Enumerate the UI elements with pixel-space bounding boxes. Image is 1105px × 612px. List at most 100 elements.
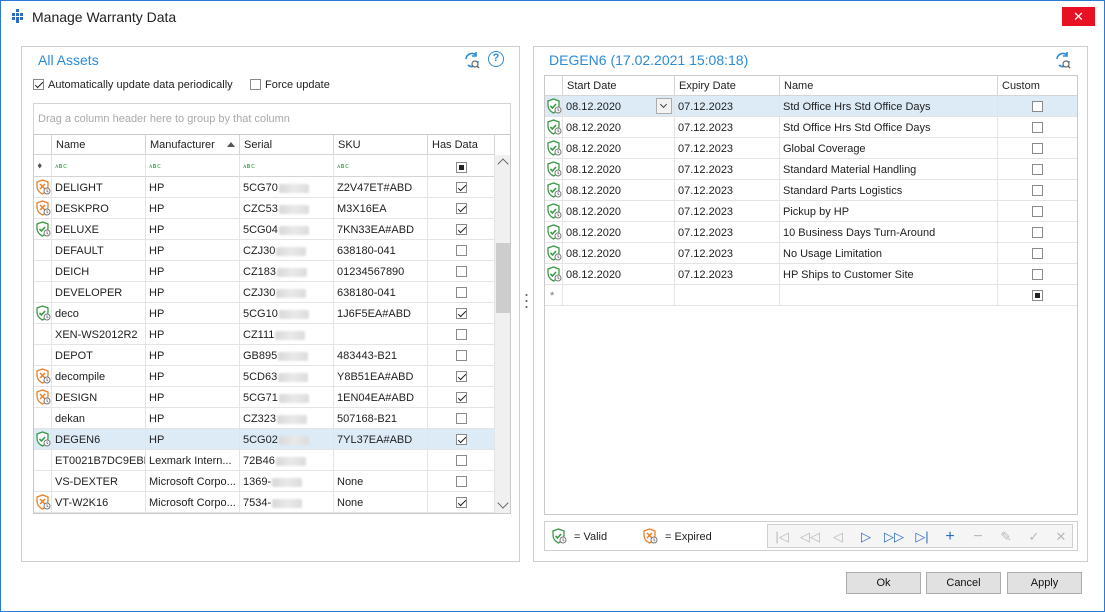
expiry-date-cell[interactable]: 07.12.2023 <box>675 180 780 201</box>
sku-cell[interactable]: 507168-B21 <box>334 408 428 429</box>
name-cell[interactable]: VT-W2K16 <box>52 492 146 513</box>
sku-cell[interactable]: 01234567890 <box>334 261 428 282</box>
abc-filter-icon[interactable]: ᴀʙc <box>146 155 240 177</box>
has-data-cell[interactable] <box>428 429 495 450</box>
warranty-name-cell[interactable]: Standard Material Handling <box>780 159 998 180</box>
edit-record-button[interactable]: ✎ <box>995 528 1017 546</box>
serial-cell[interactable]: CZ323 <box>240 408 334 429</box>
serial-cell[interactable]: 72B46 <box>240 450 334 471</box>
manufacturer-cell[interactable]: HP <box>146 177 240 198</box>
custom-cell[interactable] <box>998 180 1077 201</box>
cancel-edit-button[interactable]: ✕ <box>1050 528 1072 546</box>
manufacturer-cell[interactable]: Lexmark Intern... <box>146 450 240 471</box>
column-header-name[interactable]: Name <box>780 76 998 96</box>
checkbox-icon[interactable] <box>455 412 467 424</box>
abc-filter-icon[interactable]: ᴀʙc <box>52 155 146 177</box>
column-header-custom[interactable]: Custom <box>998 76 1077 96</box>
sku-cell[interactable]: 638180-041 <box>334 240 428 261</box>
has-data-cell[interactable] <box>428 177 495 198</box>
has-data-cell[interactable] <box>428 324 495 345</box>
sku-cell[interactable]: Y8B51EA#ABD <box>334 366 428 387</box>
custom-cell[interactable] <box>998 96 1077 117</box>
prev-page-button[interactable]: ◁◁ <box>799 528 821 546</box>
custom-cell[interactable] <box>998 159 1077 180</box>
help-icon[interactable]: ? <box>488 51 504 67</box>
has-data-cell[interactable] <box>428 240 495 261</box>
scrollbar-thumb[interactable] <box>496 243 510 313</box>
start-date-cell[interactable]: 08.12.2020 <box>563 159 675 180</box>
name-cell[interactable]: decompile <box>52 366 146 387</box>
next-page-button[interactable]: ▷▷ <box>883 528 905 546</box>
custom-cell[interactable] <box>998 243 1077 264</box>
checkbox-icon[interactable] <box>455 454 467 466</box>
name-cell[interactable]: DEGEN6 <box>52 429 146 450</box>
name-cell[interactable]: DELUXE <box>52 219 146 240</box>
checkbox-icon[interactable] <box>455 244 467 256</box>
add-record-button[interactable]: + <box>939 528 961 546</box>
has-data-cell[interactable] <box>428 219 495 240</box>
column-header-start-date[interactable]: Start Date <box>563 76 675 96</box>
abc-filter-icon[interactable]: ᴀʙc <box>334 155 428 177</box>
serial-cell[interactable]: 5CG02 <box>240 429 334 450</box>
name-cell[interactable]: DESKPRO <box>52 198 146 219</box>
sku-cell[interactable]: 483443-B21 <box>334 345 428 366</box>
checkbox-icon[interactable] <box>1032 142 1043 154</box>
checkbox-icon[interactable] <box>455 475 467 487</box>
checkbox-icon[interactable] <box>455 307 467 319</box>
sku-cell[interactable]: Z2V47ET#ABD <box>334 177 428 198</box>
manufacturer-cell[interactable]: HP <box>146 345 240 366</box>
checkbox-icon[interactable] <box>455 181 467 193</box>
custom-cell[interactable] <box>998 201 1077 222</box>
abc-filter-icon[interactable]: ᴀʙc <box>240 155 334 177</box>
expiry-date-cell[interactable]: 07.12.2023 <box>675 159 780 180</box>
checkbox-icon[interactable] <box>1032 205 1043 217</box>
manufacturer-cell[interactable]: HP <box>146 429 240 450</box>
manufacturer-cell[interactable]: HP <box>146 240 240 261</box>
serial-cell[interactable]: CZC53 <box>240 198 334 219</box>
close-button[interactable]: ✕ <box>1062 7 1095 26</box>
name-cell[interactable]: DEICH <box>52 261 146 282</box>
checkbox-icon[interactable] <box>455 433 467 445</box>
new-row-expiry-date[interactable] <box>675 285 780 306</box>
name-cell[interactable]: deco <box>52 303 146 324</box>
group-by-area[interactable]: Drag a column header here to group by th… <box>33 103 511 135</box>
checkbox-icon[interactable] <box>1032 121 1043 133</box>
start-date-cell[interactable]: 08.12.2020 <box>563 117 675 138</box>
start-date-cell[interactable]: 08.12.2020 <box>563 180 675 201</box>
column-header-manufacturer[interactable]: Manufacturer <box>146 135 240 155</box>
new-row-name[interactable] <box>780 285 998 306</box>
warranty-name-cell[interactable]: Pickup by HP <box>780 201 998 222</box>
name-cell[interactable]: VS-DEXTER <box>52 471 146 492</box>
warranty-name-cell[interactable]: Standard Parts Logistics <box>780 180 998 201</box>
start-date-cell[interactable]: 08.12.2020 <box>563 96 675 117</box>
name-cell[interactable]: DESIGN <box>52 387 146 408</box>
accept-edit-button[interactable]: ✓ <box>1023 528 1045 546</box>
column-header-sku[interactable]: SKU <box>334 135 428 155</box>
warranty-name-cell[interactable]: 10 Business Days Turn-Around <box>780 222 998 243</box>
manufacturer-cell[interactable]: HP <box>146 261 240 282</box>
serial-cell[interactable]: 7534- <box>240 492 334 513</box>
start-date-cell[interactable]: 08.12.2020 <box>563 138 675 159</box>
serial-cell[interactable]: 1369- <box>240 471 334 492</box>
last-record-button[interactable]: ▷| <box>911 528 933 546</box>
checkbox-icon[interactable] <box>455 286 467 298</box>
serial-cell[interactable]: 5CG70 <box>240 177 334 198</box>
name-cell[interactable]: DEFAULT <box>52 240 146 261</box>
checkbox-icon[interactable] <box>1032 100 1043 112</box>
serial-cell[interactable]: CZ183 <box>240 261 334 282</box>
sku-cell[interactable]: 638180-041 <box>334 282 428 303</box>
start-date-cell[interactable]: 08.12.2020 <box>563 222 675 243</box>
has-data-cell[interactable] <box>428 198 495 219</box>
first-record-button[interactable]: |◁ <box>771 528 793 546</box>
expiry-date-cell[interactable]: 07.12.2023 <box>675 264 780 285</box>
start-date-cell[interactable]: 08.12.2020 <box>563 264 675 285</box>
expiry-date-cell[interactable]: 07.12.2023 <box>675 222 780 243</box>
sku-cell[interactable] <box>334 324 428 345</box>
expiry-date-cell[interactable]: 07.12.2023 <box>675 138 780 159</box>
checkbox-icon[interactable] <box>1032 289 1043 301</box>
start-date-cell[interactable]: 08.12.2020 <box>563 201 675 222</box>
manufacturer-cell[interactable]: HP <box>146 198 240 219</box>
manufacturer-cell[interactable]: HP <box>146 219 240 240</box>
ok-button[interactable]: Ok <box>846 572 921 594</box>
warranty-name-cell[interactable]: HP Ships to Customer Site <box>780 264 998 285</box>
